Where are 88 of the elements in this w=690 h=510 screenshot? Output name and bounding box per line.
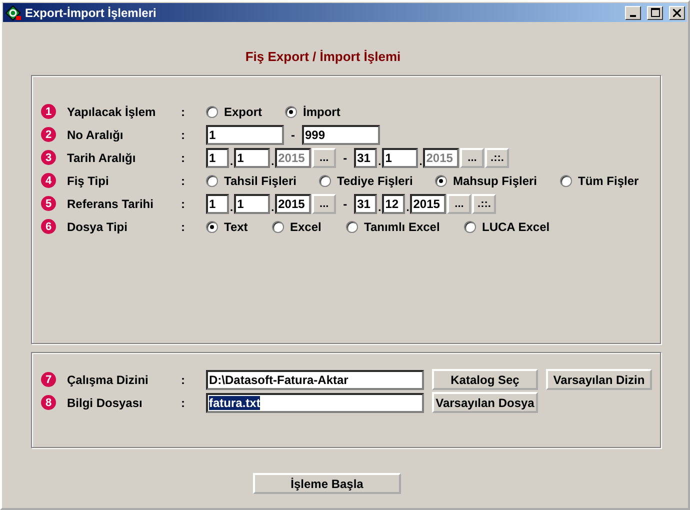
date-dot: . [405,202,410,214]
step-number: 6 [41,219,56,234]
radio-label: Tediye Fişleri [337,174,413,188]
date-dot: . [270,202,276,214]
date-picker-button[interactable]: ... [312,194,336,214]
radio-label: Tanımlı Excel [364,220,440,234]
field-label: Çalışma Dizini [67,372,150,386]
colon: : [181,372,186,386]
window-title: Export-İmport İşlemleri [25,6,158,20]
close-button[interactable] [669,6,685,20]
folder-button[interactable]: Varsayılan Dizin [546,369,652,390]
date-picker-button[interactable]: ... [312,148,336,168]
field-label: Dosya Tipi [67,220,128,234]
step-number: 8 [41,395,56,410]
app-icon [5,4,21,20]
radio-label: Mahsup Fişleri [453,174,538,188]
colon: : [181,196,186,210]
date-picker-button[interactable]: ... [447,194,472,214]
minimize-icon [630,14,636,16]
close-icon [673,8,681,16]
month-field[interactable]: 12 [382,194,406,214]
to-field[interactable]: 999 [302,124,380,144]
range-dash: - [342,196,348,210]
range-dash: - [342,150,348,164]
day-field[interactable]: 31 [354,148,378,168]
maximize-button[interactable] [647,6,663,20]
date-dot: . [229,202,234,214]
field-label: Yapılacak İşlem [67,104,157,118]
step-number: 3 [41,150,56,165]
day-field[interactable]: 1 [206,194,229,214]
date-dot: . [229,156,234,168]
year-field[interactable]: 2015 [410,194,446,214]
minimize-button[interactable] [625,6,641,20]
colon: : [181,128,186,142]
radio-label: Tahsil Fişleri [224,174,296,188]
field-label: Tarih Aralığı [67,150,137,164]
folder-button[interactable]: Varsayılan Dosya [432,392,538,413]
path-field[interactable]: fatura.txt [206,392,424,412]
radio-button[interactable] [272,220,284,232]
path-field[interactable]: D:\Datasoft-Fatura-Aktar [206,370,424,390]
day-field[interactable]: 1 [206,148,229,168]
radio-button[interactable] [464,220,476,232]
form-heading: Fiş Export / İmport İşlemi [244,49,402,64]
field-label: Fiş Tipi [67,174,110,188]
radio-label: Export [224,104,262,118]
radio-button[interactable] [346,220,358,232]
field-label: Bilgi Dosyası [67,396,144,410]
colon: : [181,220,186,234]
radio-button[interactable] [319,174,331,186]
calendar-button[interactable]: .::. [472,194,496,214]
colon: : [181,174,186,188]
step-number: 7 [41,372,56,387]
month-field[interactable]: 1 [234,148,270,168]
radio-button[interactable] [435,174,447,186]
radio-label: Text [224,220,248,234]
radio-label: İmport [303,104,340,118]
date-dot: . [377,156,382,168]
radio-label: Excel [290,220,322,234]
colon: : [181,150,186,164]
colon: : [181,396,186,410]
radio-button[interactable] [560,174,572,186]
date-dot: . [270,156,276,168]
field-label: Referans Tarihi [67,196,154,210]
day-field[interactable]: 31 [354,194,378,214]
month-field[interactable]: 1 [382,148,418,168]
radio-button[interactable] [206,174,218,186]
date-dot: . [418,156,424,168]
radio-label: Tüm Fişler [578,174,639,188]
step-number: 1 [41,104,56,119]
month-field[interactable]: 1 [234,194,270,214]
field-label: No Aralığı [67,128,124,142]
date-dot: . [377,202,382,214]
year-field[interactable]: 2015 [275,194,312,214]
step-number: 4 [41,173,56,188]
radio-button[interactable] [206,106,218,118]
colon: : [181,104,186,118]
step-number: 5 [41,196,56,211]
radio-button[interactable] [206,220,218,232]
calendar-button[interactable]: .::. [485,148,510,168]
folder-button[interactable]: Katalog Seç [432,369,538,390]
maximize-icon [650,8,660,17]
range-dash: - [290,128,296,142]
start-button[interactable]: İşleme Başla [253,473,401,494]
radio-button[interactable] [285,106,297,118]
from-field[interactable]: 1 [206,124,284,144]
date-picker-button[interactable]: ... [460,148,484,168]
step-number: 2 [41,127,56,142]
radio-label: LUCA Excel [482,220,550,234]
